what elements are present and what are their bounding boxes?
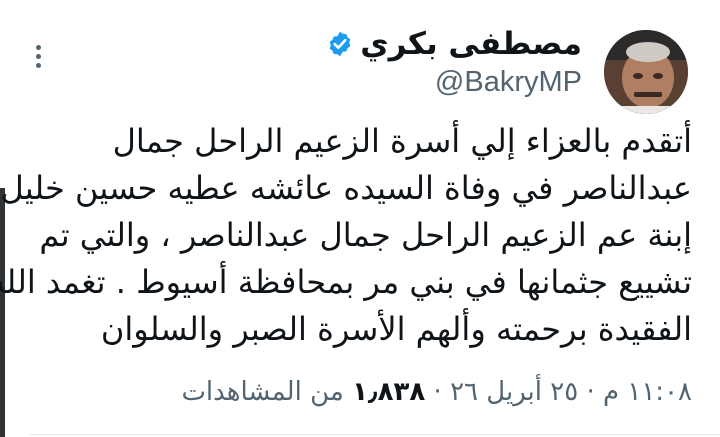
meta-separator: · [433, 377, 442, 407]
tweet-text: أتقدم بالعزاء إلي أسرة الزعيم الراحل جما… [0, 118, 692, 353]
views-label: من المشاهدات [181, 377, 344, 407]
views-count: ١٫٨٣٨ [352, 377, 426, 407]
verified-badge-icon [329, 31, 351, 57]
tweet: مصطفى بكري @BakryMP أتقدم بالعزاء إلي أس… [0, 0, 720, 437]
meta-separator: · [586, 377, 595, 407]
tweet-text-line: عبدالناصر في وفاة السيده عائشه عطيه حسين… [0, 169, 692, 207]
author-name-row: مصطفى بكري [326, 24, 582, 64]
divider [30, 434, 720, 435]
tweet-text-line: تشييع جثمانها في بني مر بمحافظة أسيوط . … [0, 263, 692, 301]
avatar-image [604, 30, 688, 114]
tweet-time[interactable]: ١١:٠٨ م [603, 377, 692, 407]
tweet-text-line: الفقيدة برحمته وألهم الأسرة الصبر والسلو… [100, 310, 692, 348]
more-options-icon[interactable] [28, 45, 48, 73]
author-handle[interactable]: @BakryMP [435, 64, 582, 100]
author-display-name[interactable]: مصطفى بكري [360, 24, 582, 64]
tweet-date[interactable]: ٢٥ أبريل ٢٦ [450, 377, 578, 407]
tweet-text-line: إبنة عم الزعيم الراحل جمال عبدالناصر ، و… [39, 216, 692, 254]
tweet-text-line: أتقدم بالعزاء إلي أسرة الزعيم الراحل جما… [112, 122, 692, 160]
tweet-meta: ١١:٠٨ م · ٢٥ أبريل ٢٦ · ١٫٨٣٨ من المشاهد… [181, 374, 692, 410]
avatar[interactable] [604, 30, 688, 114]
side-edge [0, 188, 5, 437]
